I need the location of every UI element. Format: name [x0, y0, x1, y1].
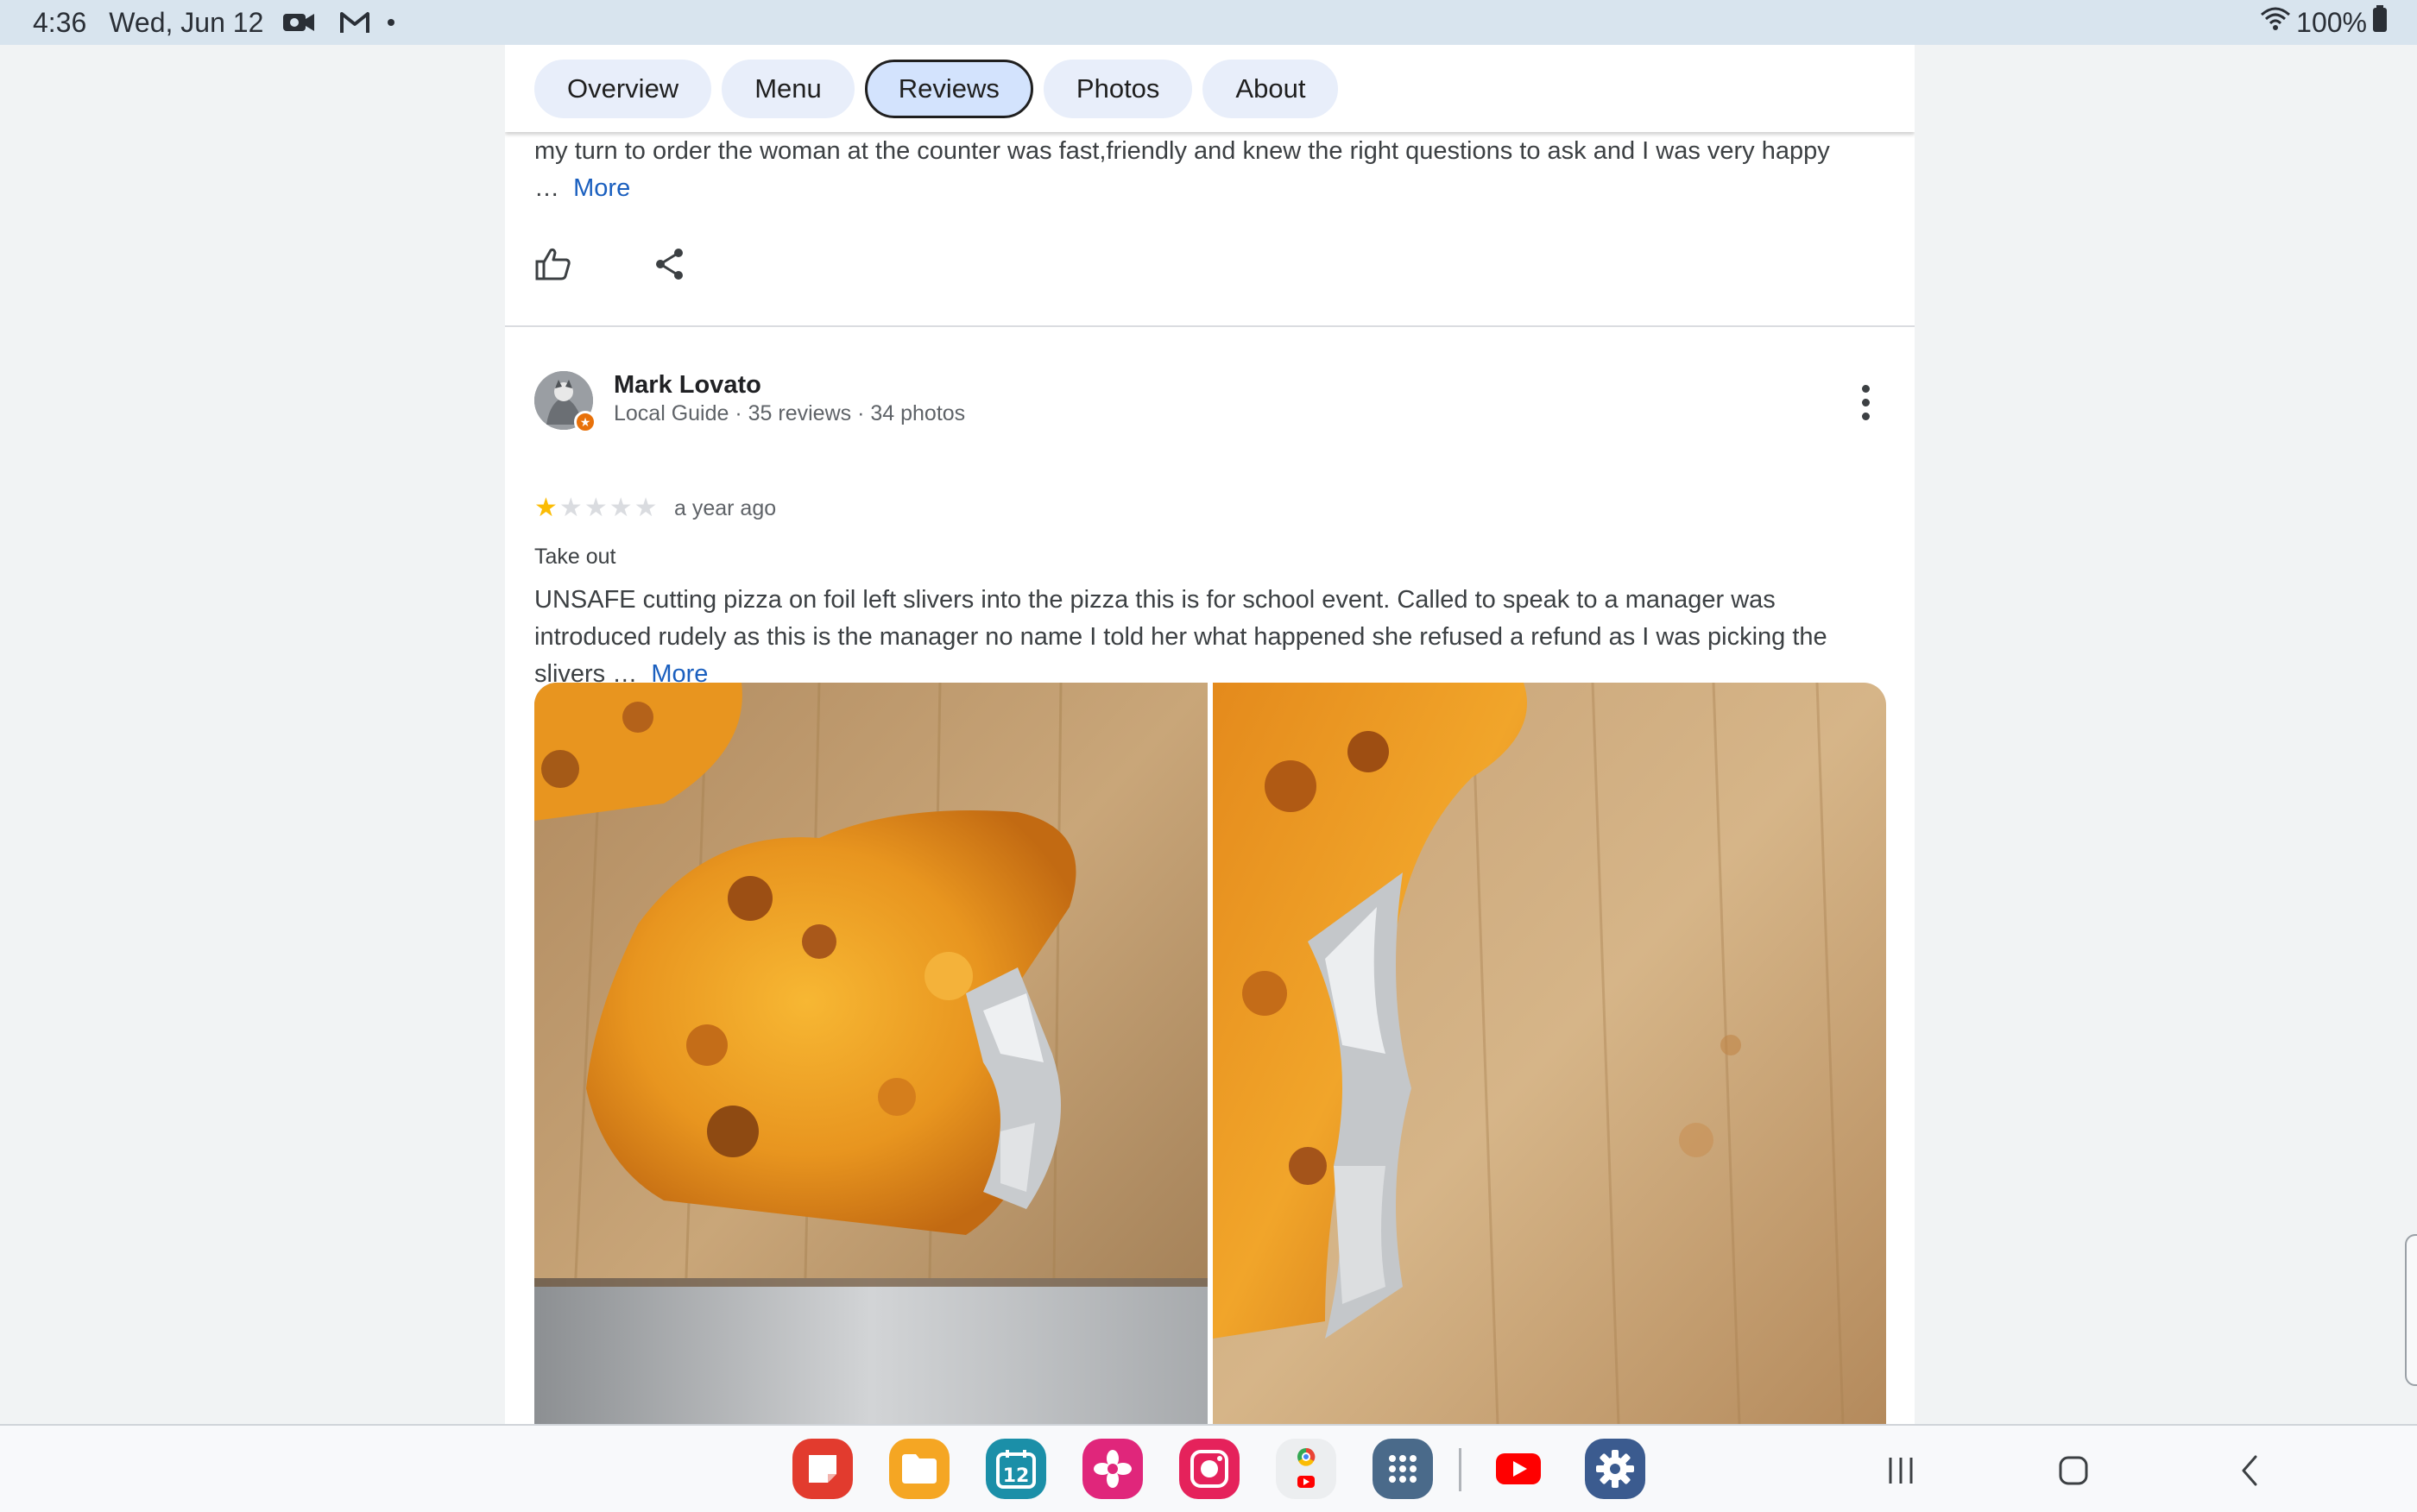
tab-reviews[interactable]: Reviews	[864, 59, 1033, 118]
app-drawer-icon[interactable]	[1373, 1439, 1433, 1499]
share-icon[interactable]	[651, 245, 689, 283]
chrome-youtube-folder-icon[interactable]	[1276, 1439, 1336, 1499]
calendar-icon[interactable]: 12	[986, 1439, 1046, 1499]
wifi-icon	[2260, 6, 2291, 39]
video-camera-icon	[282, 10, 315, 35]
recent-apps-icon[interactable]	[1875, 1445, 1927, 1496]
tab-menu[interactable]: Menu	[722, 59, 855, 118]
back-icon[interactable]	[2224, 1445, 2275, 1496]
previous-review-more-link[interactable]: More	[573, 174, 630, 202]
status-date: Wed, Jun 12	[109, 6, 264, 38]
gallery-icon[interactable]	[1082, 1439, 1143, 1499]
reviewer-meta: Local Guide · 35 reviews · 34 photos	[614, 401, 966, 425]
battery-icon	[2372, 5, 2388, 40]
star-empty-icon: ★	[584, 494, 608, 522]
samsung-notes-icon[interactable]	[792, 1439, 853, 1499]
taskbar: 12	[0, 1424, 2417, 1512]
review-text: UNSAFE cutting pizza on foil left sliver…	[534, 582, 1890, 693]
notification-dot-icon	[388, 19, 395, 26]
tab-photos[interactable]: Photos	[1043, 59, 1193, 118]
review-body: UNSAFE cutting pizza on foil left sliver…	[534, 586, 1827, 688]
taskbar-divider	[1459, 1448, 1461, 1491]
calendar-day-label: 12	[1003, 1465, 1030, 1487]
review-divider	[505, 325, 1915, 327]
local-guide-star-icon: ★	[574, 411, 596, 433]
service-type: Take out	[534, 545, 616, 569]
pizza-edge-on-foil-photo[interactable]	[1213, 683, 1886, 1424]
place-tabs: Overview Menu Reviews Photos About	[505, 45, 1915, 132]
reviews-panel: Overview Menu Reviews Photos About my tu…	[505, 45, 1915, 1424]
more-options-icon[interactable]	[1845, 381, 1886, 423]
thumbs-up-icon[interactable]	[534, 245, 572, 283]
previous-review-text: my turn to order the woman at the counte…	[534, 133, 1890, 207]
star-empty-icon: ★	[609, 494, 633, 522]
previous-review-body: my turn to order the woman at the counte…	[534, 137, 1830, 165]
star-empty-icon: ★	[558, 494, 583, 522]
reviewer-name[interactable]: Mark Lovato	[614, 371, 761, 400]
youtube-icon[interactable]	[1488, 1439, 1549, 1499]
my-files-icon[interactable]	[889, 1439, 950, 1499]
pizza-slice-on-foil-photo[interactable]	[534, 683, 1208, 1424]
tab-overview[interactable]: Overview	[534, 59, 712, 118]
star-filled-icon: ★	[534, 494, 558, 522]
battery-percent: 100%	[2296, 6, 2367, 38]
review-photos	[534, 683, 1886, 1424]
star-empty-icon: ★	[634, 494, 658, 522]
home-icon[interactable]	[2048, 1445, 2099, 1496]
screen-recorder-icon[interactable]	[1179, 1439, 1240, 1499]
avatar[interactable]: ★	[534, 371, 596, 433]
previous-review-ellipsis: …	[534, 174, 559, 202]
side-scroll-handle[interactable]	[2405, 1234, 2417, 1386]
settings-icon[interactable]	[1585, 1439, 1645, 1499]
status-bar: 4:36 Wed, Jun 12 100%	[0, 0, 2417, 45]
status-time: 4:36	[33, 6, 87, 38]
review-date: a year ago	[674, 496, 777, 520]
gmail-icon	[339, 10, 370, 35]
tab-about[interactable]: About	[1202, 59, 1339, 118]
star-rating: ★ ★ ★ ★ ★	[534, 494, 658, 523]
